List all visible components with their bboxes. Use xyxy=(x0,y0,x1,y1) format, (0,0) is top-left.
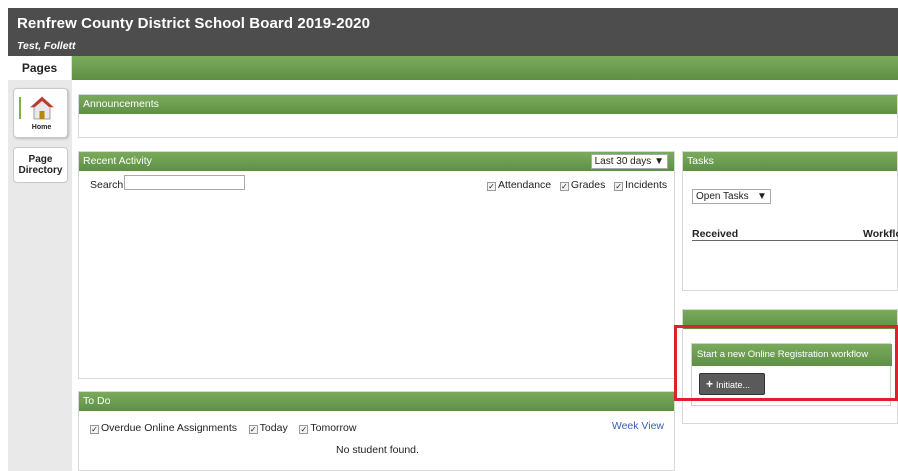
range-select-value: Last 30 days xyxy=(594,156,652,167)
tasks-filter-select[interactable]: Open Tasks ▼ xyxy=(692,189,771,204)
tasks-filter-value: Open Tasks xyxy=(696,191,749,202)
top-header: Renfrew County District School Board 201… xyxy=(8,8,898,56)
workflow-widget-header xyxy=(683,310,897,329)
tomorrow-checkbox[interactable]: ✓ xyxy=(299,425,309,434)
app-window: Renfrew County District School Board 201… xyxy=(0,0,898,471)
incidents-label: Incidents xyxy=(625,179,668,191)
sidebar-item-page-directory[interactable]: Page Directory xyxy=(13,147,68,183)
incidents-checkbox[interactable]: ✓ xyxy=(614,182,624,191)
recent-activity-range-select[interactable]: Last 30 days ▼ xyxy=(590,154,668,169)
search-label: Search: xyxy=(90,179,127,191)
chevron-down-icon: ▼ xyxy=(751,191,767,202)
sidebar-item-home[interactable]: Home xyxy=(13,88,68,138)
grades-label: Grades xyxy=(570,179,606,191)
week-view-link[interactable]: Week View xyxy=(612,420,664,432)
home-icon xyxy=(29,96,55,120)
divider xyxy=(692,240,898,241)
announcements-header: Announcements xyxy=(79,95,897,114)
tasks-widget: Tasks Open Tasks ▼ Received Workflo xyxy=(682,151,898,291)
top-green-bar xyxy=(72,56,898,80)
grades-checkbox[interactable]: ✓ xyxy=(559,182,569,191)
tasks-header: Tasks xyxy=(683,152,897,171)
online-registration-box: Start a new Online Registration workflow… xyxy=(691,343,892,406)
active-indicator xyxy=(19,97,21,119)
recent-activity-widget: Recent Activity Last 30 days ▼ Search: ✓… xyxy=(78,151,675,379)
tomorrow-label: Tomorrow xyxy=(310,422,357,434)
recent-activity-title: Recent Activity xyxy=(83,155,152,167)
column-workflow[interactable]: Workflo xyxy=(863,228,898,240)
overdue-label: Overdue Online Assignments xyxy=(101,422,237,434)
overdue-checkbox[interactable]: ✓ xyxy=(90,425,99,434)
chevron-down-icon: ▼ xyxy=(654,156,664,167)
announcements-widget: Announcements xyxy=(78,94,898,138)
user-name[interactable]: Test, Follett xyxy=(17,40,76,52)
workflow-title: Start a new Online Registration workflow xyxy=(692,344,892,366)
plus-icon: + xyxy=(706,377,714,391)
workflow-widget: Start a new Online Registration workflow… xyxy=(682,309,898,424)
recent-activity-header: Recent Activity xyxy=(79,152,674,171)
todo-header: To Do xyxy=(79,392,674,411)
attendance-checkbox[interactable]: ✓ xyxy=(487,182,496,191)
today-label: Today xyxy=(259,422,288,434)
todo-filters: ✓ Overdue Online Assignments ✓ Today ✓ Tomo… xyxy=(90,422,356,434)
initiate-button[interactable]: + Initiate... xyxy=(699,373,765,395)
today-checkbox[interactable]: ✓ xyxy=(248,425,258,434)
empty-message: No student found. xyxy=(336,444,419,456)
initiate-label: Initiate... xyxy=(716,380,751,390)
pages-tab[interactable]: Pages xyxy=(8,56,72,80)
search-input[interactable] xyxy=(124,175,245,190)
activity-filters: ✓ Attendance ✓ Grades ✓ Incidents xyxy=(487,179,667,191)
todo-widget: To Do ✓ Overdue Online Assignments ✓ Today… xyxy=(78,391,675,471)
page-title: Renfrew County District School Board 201… xyxy=(17,15,371,32)
sidebar-item-label: Home xyxy=(31,124,52,131)
column-received[interactable]: Received xyxy=(692,228,738,240)
attendance-label: Attendance xyxy=(498,179,552,191)
tasks-columns: Received Workflo xyxy=(692,228,898,240)
